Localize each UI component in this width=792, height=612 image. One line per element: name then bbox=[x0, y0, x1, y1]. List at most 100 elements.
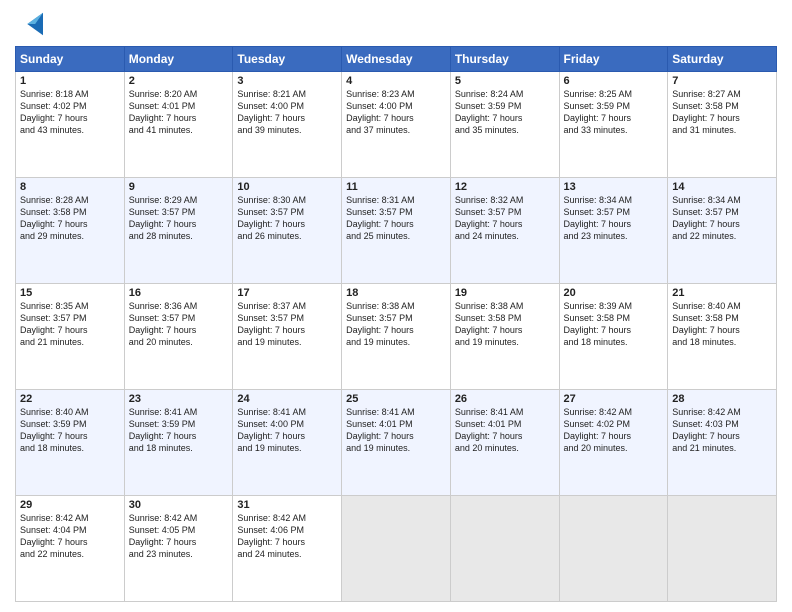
calendar-cell: 18Sunrise: 8:38 AM Sunset: 3:57 PM Dayli… bbox=[342, 284, 451, 390]
cell-info: Sunrise: 8:21 AM Sunset: 4:00 PM Dayligh… bbox=[237, 88, 337, 137]
cell-info: Sunrise: 8:41 AM Sunset: 4:00 PM Dayligh… bbox=[237, 406, 337, 455]
day-number: 30 bbox=[129, 499, 229, 511]
calendar-cell: 6Sunrise: 8:25 AM Sunset: 3:59 PM Daylig… bbox=[559, 72, 668, 178]
calendar-body: 1Sunrise: 8:18 AM Sunset: 4:02 PM Daylig… bbox=[16, 72, 777, 602]
cell-info: Sunrise: 8:23 AM Sunset: 4:00 PM Dayligh… bbox=[346, 88, 446, 137]
cell-info: Sunrise: 8:40 AM Sunset: 3:59 PM Dayligh… bbox=[20, 406, 120, 455]
cell-info: Sunrise: 8:38 AM Sunset: 3:57 PM Dayligh… bbox=[346, 300, 446, 349]
calendar-cell: 5Sunrise: 8:24 AM Sunset: 3:59 PM Daylig… bbox=[450, 72, 559, 178]
week-row-3: 15Sunrise: 8:35 AM Sunset: 3:57 PM Dayli… bbox=[16, 284, 777, 390]
day-number: 1 bbox=[20, 75, 120, 87]
calendar-cell: 3Sunrise: 8:21 AM Sunset: 4:00 PM Daylig… bbox=[233, 72, 342, 178]
day-number: 26 bbox=[455, 393, 555, 405]
day-number: 14 bbox=[672, 181, 772, 193]
calendar-cell: 8Sunrise: 8:28 AM Sunset: 3:58 PM Daylig… bbox=[16, 178, 125, 284]
day-number: 28 bbox=[672, 393, 772, 405]
day-number: 5 bbox=[455, 75, 555, 87]
day-number: 7 bbox=[672, 75, 772, 87]
cell-info: Sunrise: 8:25 AM Sunset: 3:59 PM Dayligh… bbox=[564, 88, 664, 137]
cell-info: Sunrise: 8:28 AM Sunset: 3:58 PM Dayligh… bbox=[20, 194, 120, 243]
cell-info: Sunrise: 8:37 AM Sunset: 3:57 PM Dayligh… bbox=[237, 300, 337, 349]
calendar-cell: 21Sunrise: 8:40 AM Sunset: 3:58 PM Dayli… bbox=[668, 284, 777, 390]
calendar-cell bbox=[559, 496, 668, 602]
week-row-2: 8Sunrise: 8:28 AM Sunset: 3:58 PM Daylig… bbox=[16, 178, 777, 284]
calendar-cell: 24Sunrise: 8:41 AM Sunset: 4:00 PM Dayli… bbox=[233, 390, 342, 496]
day-number: 11 bbox=[346, 181, 446, 193]
day-number: 22 bbox=[20, 393, 120, 405]
calendar-cell: 17Sunrise: 8:37 AM Sunset: 3:57 PM Dayli… bbox=[233, 284, 342, 390]
day-header-saturday: Saturday bbox=[668, 47, 777, 72]
calendar-cell: 28Sunrise: 8:42 AM Sunset: 4:03 PM Dayli… bbox=[668, 390, 777, 496]
cell-info: Sunrise: 8:32 AM Sunset: 3:57 PM Dayligh… bbox=[455, 194, 555, 243]
day-number: 31 bbox=[237, 499, 337, 511]
calendar-header-row: SundayMondayTuesdayWednesdayThursdayFrid… bbox=[16, 47, 777, 72]
header bbox=[15, 10, 777, 38]
calendar-cell: 11Sunrise: 8:31 AM Sunset: 3:57 PM Dayli… bbox=[342, 178, 451, 284]
day-number: 13 bbox=[564, 181, 664, 193]
cell-info: Sunrise: 8:40 AM Sunset: 3:58 PM Dayligh… bbox=[672, 300, 772, 349]
cell-info: Sunrise: 8:34 AM Sunset: 3:57 PM Dayligh… bbox=[672, 194, 772, 243]
calendar-cell: 13Sunrise: 8:34 AM Sunset: 3:57 PM Dayli… bbox=[559, 178, 668, 284]
day-header-friday: Friday bbox=[559, 47, 668, 72]
day-number: 23 bbox=[129, 393, 229, 405]
calendar-cell: 20Sunrise: 8:39 AM Sunset: 3:58 PM Dayli… bbox=[559, 284, 668, 390]
day-number: 20 bbox=[564, 287, 664, 299]
calendar-cell: 19Sunrise: 8:38 AM Sunset: 3:58 PM Dayli… bbox=[450, 284, 559, 390]
calendar-cell: 26Sunrise: 8:41 AM Sunset: 4:01 PM Dayli… bbox=[450, 390, 559, 496]
calendar-cell: 15Sunrise: 8:35 AM Sunset: 3:57 PM Dayli… bbox=[16, 284, 125, 390]
day-header-wednesday: Wednesday bbox=[342, 47, 451, 72]
day-number: 29 bbox=[20, 499, 120, 511]
day-number: 19 bbox=[455, 287, 555, 299]
calendar-cell: 4Sunrise: 8:23 AM Sunset: 4:00 PM Daylig… bbox=[342, 72, 451, 178]
calendar-cell: 29Sunrise: 8:42 AM Sunset: 4:04 PM Dayli… bbox=[16, 496, 125, 602]
calendar-cell: 30Sunrise: 8:42 AM Sunset: 4:05 PM Dayli… bbox=[124, 496, 233, 602]
cell-info: Sunrise: 8:31 AM Sunset: 3:57 PM Dayligh… bbox=[346, 194, 446, 243]
calendar-table: SundayMondayTuesdayWednesdayThursdayFrid… bbox=[15, 46, 777, 602]
calendar-cell: 14Sunrise: 8:34 AM Sunset: 3:57 PM Dayli… bbox=[668, 178, 777, 284]
day-number: 3 bbox=[237, 75, 337, 87]
cell-info: Sunrise: 8:42 AM Sunset: 4:04 PM Dayligh… bbox=[20, 512, 120, 561]
calendar-cell: 16Sunrise: 8:36 AM Sunset: 3:57 PM Dayli… bbox=[124, 284, 233, 390]
day-number: 4 bbox=[346, 75, 446, 87]
calendar-cell bbox=[342, 496, 451, 602]
cell-info: Sunrise: 8:41 AM Sunset: 4:01 PM Dayligh… bbox=[455, 406, 555, 455]
calendar-cell: 1Sunrise: 8:18 AM Sunset: 4:02 PM Daylig… bbox=[16, 72, 125, 178]
week-row-5: 29Sunrise: 8:42 AM Sunset: 4:04 PM Dayli… bbox=[16, 496, 777, 602]
day-number: 12 bbox=[455, 181, 555, 193]
day-header-thursday: Thursday bbox=[450, 47, 559, 72]
page: SundayMondayTuesdayWednesdayThursdayFrid… bbox=[0, 0, 792, 612]
cell-info: Sunrise: 8:36 AM Sunset: 3:57 PM Dayligh… bbox=[129, 300, 229, 349]
cell-info: Sunrise: 8:41 AM Sunset: 3:59 PM Dayligh… bbox=[129, 406, 229, 455]
day-header-tuesday: Tuesday bbox=[233, 47, 342, 72]
day-number: 18 bbox=[346, 287, 446, 299]
day-number: 9 bbox=[129, 181, 229, 193]
cell-info: Sunrise: 8:41 AM Sunset: 4:01 PM Dayligh… bbox=[346, 406, 446, 455]
day-header-sunday: Sunday bbox=[16, 47, 125, 72]
day-number: 10 bbox=[237, 181, 337, 193]
cell-info: Sunrise: 8:34 AM Sunset: 3:57 PM Dayligh… bbox=[564, 194, 664, 243]
calendar-cell: 27Sunrise: 8:42 AM Sunset: 4:02 PM Dayli… bbox=[559, 390, 668, 496]
day-number: 25 bbox=[346, 393, 446, 405]
calendar-cell: 25Sunrise: 8:41 AM Sunset: 4:01 PM Dayli… bbox=[342, 390, 451, 496]
day-number: 24 bbox=[237, 393, 337, 405]
day-number: 15 bbox=[20, 287, 120, 299]
cell-info: Sunrise: 8:20 AM Sunset: 4:01 PM Dayligh… bbox=[129, 88, 229, 137]
day-number: 21 bbox=[672, 287, 772, 299]
cell-info: Sunrise: 8:39 AM Sunset: 3:58 PM Dayligh… bbox=[564, 300, 664, 349]
cell-info: Sunrise: 8:38 AM Sunset: 3:58 PM Dayligh… bbox=[455, 300, 555, 349]
day-number: 17 bbox=[237, 287, 337, 299]
calendar-cell bbox=[450, 496, 559, 602]
cell-info: Sunrise: 8:18 AM Sunset: 4:02 PM Dayligh… bbox=[20, 88, 120, 137]
cell-info: Sunrise: 8:42 AM Sunset: 4:02 PM Dayligh… bbox=[564, 406, 664, 455]
cell-info: Sunrise: 8:42 AM Sunset: 4:03 PM Dayligh… bbox=[672, 406, 772, 455]
day-header-monday: Monday bbox=[124, 47, 233, 72]
cell-info: Sunrise: 8:35 AM Sunset: 3:57 PM Dayligh… bbox=[20, 300, 120, 349]
cell-info: Sunrise: 8:24 AM Sunset: 3:59 PM Dayligh… bbox=[455, 88, 555, 137]
logo bbox=[15, 10, 43, 38]
calendar-cell: 2Sunrise: 8:20 AM Sunset: 4:01 PM Daylig… bbox=[124, 72, 233, 178]
cell-info: Sunrise: 8:29 AM Sunset: 3:57 PM Dayligh… bbox=[129, 194, 229, 243]
calendar-cell: 7Sunrise: 8:27 AM Sunset: 3:58 PM Daylig… bbox=[668, 72, 777, 178]
week-row-4: 22Sunrise: 8:40 AM Sunset: 3:59 PM Dayli… bbox=[16, 390, 777, 496]
calendar-cell: 22Sunrise: 8:40 AM Sunset: 3:59 PM Dayli… bbox=[16, 390, 125, 496]
calendar-cell: 9Sunrise: 8:29 AM Sunset: 3:57 PM Daylig… bbox=[124, 178, 233, 284]
